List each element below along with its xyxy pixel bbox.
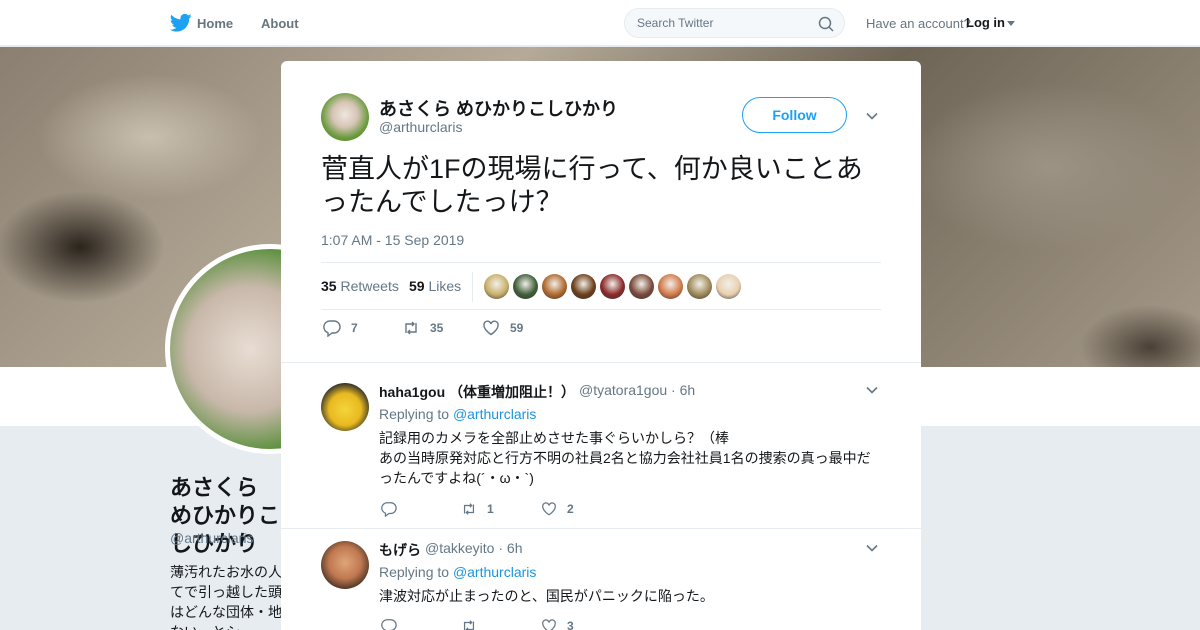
retweets-label: Retweets [340,278,399,294]
like-button[interactable]: 3 [541,618,574,630]
chevron-down-icon[interactable] [866,384,878,396]
retweet-count: 35 [430,321,444,335]
author-avatar[interactable] [321,93,369,141]
stats-divider [472,272,473,302]
retweet-button[interactable] [461,618,487,630]
retweet-icon [463,620,475,630]
liker-avatar[interactable] [513,274,538,299]
heart-icon [542,502,556,516]
heart-icon [542,619,556,630]
like-button[interactable]: 2 [541,501,574,517]
tweet-timestamp[interactable]: 1:07 AM - 15 Sep 2019 [321,232,464,248]
reply-button[interactable]: 7 [323,319,358,337]
reply-time[interactable]: · 6h [671,382,695,398]
retweet-icon [405,321,417,335]
reply-count: 7 [351,321,358,335]
like-count: 2 [567,502,574,516]
heart-icon [483,320,499,336]
liker-avatar[interactable] [600,274,625,299]
chevron-down-icon[interactable] [866,110,878,122]
likes-stat[interactable]: 59 Likes [409,278,461,294]
reply-avatar[interactable] [321,541,369,589]
replying-to-label: Replying to [379,406,450,422]
replying-to-link[interactable]: @arthurclaris [453,406,536,422]
reply-button[interactable] [381,501,407,517]
liker-avatar[interactable] [484,274,509,299]
liker-avatar[interactable] [542,274,567,299]
reply-author-name[interactable]: もげら [379,540,421,560]
reply-text: 記録用のカメラを全部止めさせた事ぐらいかしら？（棒 あの当時原発対応と行方不明の… [379,430,871,486]
retweet-count: 1 [487,502,494,516]
chevron-down-icon[interactable] [866,542,878,554]
liker-avatar[interactable] [716,274,741,299]
liker-avatar[interactable] [687,274,712,299]
reply-meta: @takkeyito · 6h [425,540,522,556]
like-count: 59 [510,321,524,335]
reply-time[interactable]: · 6h [498,540,522,556]
reply-handle[interactable]: @takkeyito [425,540,494,556]
liker-avatar[interactable] [658,274,683,299]
tweet-modal: あさくら めひかりこしひかり @arthurclaris Follow 菅直人が… [281,61,921,630]
retweet-button[interactable]: 35 [402,319,443,337]
like-button[interactable]: 59 [482,319,523,337]
reply-handle[interactable]: @tyatora1gou [579,382,667,398]
author-name[interactable]: あさくら めひかりこしひかり [379,95,618,121]
divider [281,362,921,363]
replying-to-label: Replying to [379,564,450,580]
reply-text: 津波対応が止まったのと、国民がパニックに陥った。 [379,588,714,604]
like-count: 3 [567,619,574,630]
tweet-text: 菅直人が1Fの現場に行って、何か良いことあったんでしたっけ？ [321,154,863,217]
retweet-button[interactable]: 1 [461,501,494,517]
reply-avatar[interactable] [321,383,369,431]
follow-button[interactable]: Follow [742,97,847,133]
author-handle[interactable]: @arthurclaris [379,119,462,135]
likes-label: Likes [428,278,462,294]
reply-icon [381,502,397,517]
reply-button[interactable] [381,618,407,630]
liker-avatar[interactable] [571,274,596,299]
reply-icon [381,619,397,630]
liker-avatar[interactable] [629,274,654,299]
retweet-icon [463,503,475,515]
reply-icon [323,320,341,337]
replying-to: Replying to @arthurclaris [379,564,536,580]
retweets-count: 35 [321,278,337,294]
reply-author-name[interactable]: haha1gou （体重増加阻止！） [379,382,575,402]
divider [281,528,921,529]
tweet-stats: 35 Retweets 59 Likes [321,262,881,310]
likes-count: 59 [409,278,425,294]
replying-to-link[interactable]: @arthurclaris [453,564,536,580]
reply-meta: @tyatora1gou · 6h [579,382,695,398]
retweets-stat[interactable]: 35 Retweets [321,278,399,294]
close-icon[interactable] [1154,12,1178,36]
replying-to: Replying to @arthurclaris [379,406,536,422]
